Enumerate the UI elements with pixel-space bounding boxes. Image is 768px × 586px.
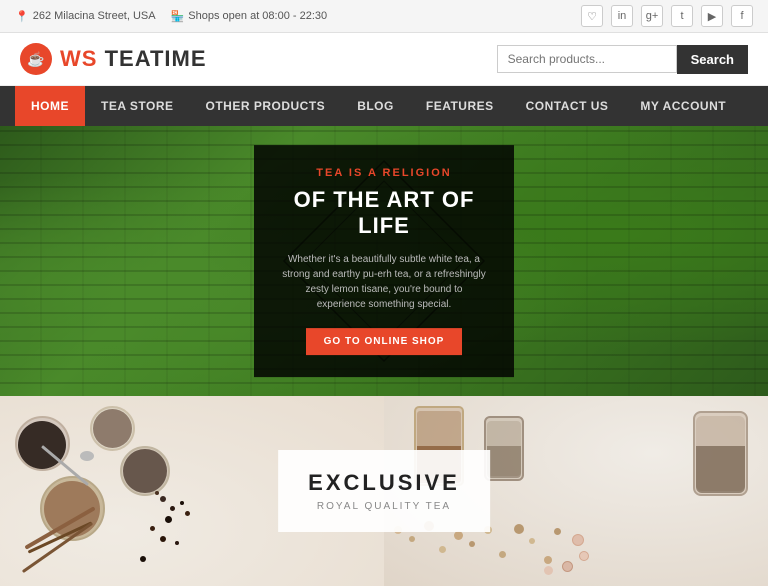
card-title: EXCLUSIVE — [308, 470, 460, 496]
main-nav: HOME TEA STORE OTHER PRODUCTS BLOG FEATU… — [0, 86, 768, 126]
search-button[interactable]: Search — [677, 45, 748, 74]
hero-cta-button[interactable]: GO TO ONLINE SHOP — [306, 328, 463, 355]
top-bar-info: 📍 262 Milacina Street, USA 🏪 Shops open … — [15, 10, 327, 23]
nav-item-tea-store[interactable]: TEA STORE — [85, 86, 190, 126]
shop-icon: 🏪 — [171, 10, 185, 23]
search-input[interactable] — [497, 45, 677, 73]
pin-icon: 📍 — [15, 10, 29, 23]
site-header: ☕ WS TEATIME Search — [0, 33, 768, 86]
hours-info: 🏪 Shops open at 08:00 - 22:30 — [171, 10, 328, 23]
nav-item-other-products[interactable]: OTHER PRODUCTS — [190, 86, 342, 126]
linkedin-icon[interactable]: in — [611, 5, 633, 27]
twitter-icon[interactable]: t — [671, 5, 693, 27]
nav-item-features[interactable]: FEATURES — [410, 86, 510, 126]
hours-text: Shops open at 08:00 - 22:30 — [188, 10, 327, 22]
hero-section: TEA IS A RELIGION OF THE ART OF LIFE Whe… — [0, 126, 768, 396]
nav-item-blog[interactable]: BLOG — [341, 86, 410, 126]
nav-item-home[interactable]: HOME — [15, 86, 85, 126]
logo-text: WS TEATIME — [60, 46, 207, 72]
search-bar: Search — [497, 45, 748, 74]
youtube-icon[interactable]: ▶ — [701, 5, 723, 27]
address-text: 262 Milacina Street, USA — [33, 10, 156, 22]
bottom-section: EXCLUSIVE ROYAL QUALITY TEA — [0, 396, 768, 586]
logo-ws: WS — [60, 46, 97, 71]
card-subtitle: ROYAL QUALITY TEA — [308, 501, 460, 512]
bottom-center-card: EXCLUSIVE ROYAL QUALITY TEA — [278, 450, 490, 532]
google-plus-icon[interactable]: g+ — [641, 5, 663, 27]
address-info: 📍 262 Milacina Street, USA — [15, 10, 156, 23]
nav-item-contact[interactable]: CONTACT US — [510, 86, 625, 126]
top-bar: 📍 262 Milacina Street, USA 🏪 Shops open … — [0, 0, 768, 33]
hero-title: OF THE ART OF LIFE — [282, 187, 486, 240]
social-icons: ♡ in g+ t ▶ f — [581, 5, 753, 27]
nav-item-account[interactable]: MY ACCOUNT — [624, 86, 742, 126]
site-logo[interactable]: ☕ WS TEATIME — [20, 43, 207, 75]
hero-overlay: TEA IS A RELIGION OF THE ART OF LIFE Whe… — [254, 145, 514, 377]
facebook-icon[interactable]: f — [731, 5, 753, 27]
logo-icon: ☕ — [20, 43, 52, 75]
instagram-icon[interactable]: ♡ — [581, 5, 603, 27]
hero-description: Whether it's a beautifully subtle white … — [282, 252, 486, 312]
hero-subtitle: TEA IS A RELIGION — [282, 167, 486, 179]
logo-teatime: TEATIME — [105, 46, 207, 71]
